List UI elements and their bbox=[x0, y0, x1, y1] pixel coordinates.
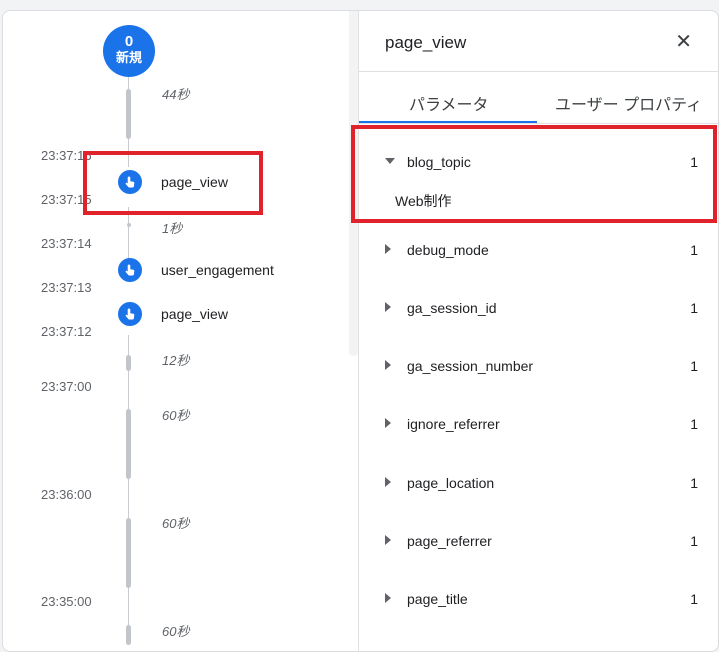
param-name: ga_session_id bbox=[407, 300, 497, 316]
timestamp: 23:37:13 bbox=[41, 280, 92, 295]
gap-duration: 1秒 bbox=[162, 221, 183, 236]
gap-duration: 60秒 bbox=[162, 516, 190, 531]
highlight-box bbox=[83, 151, 263, 215]
timestamp: 23:37:14 bbox=[41, 236, 92, 251]
caret-right-icon[interactable] bbox=[385, 244, 391, 254]
timeline-line bbox=[128, 335, 129, 645]
caret-right-icon[interactable] bbox=[385, 477, 391, 487]
touch-icon[interactable] bbox=[118, 258, 142, 282]
param-name: ignore_referrer bbox=[407, 416, 500, 432]
param-row-page-location[interactable]: page_location 1 bbox=[359, 465, 718, 505]
param-row-page-referrer[interactable]: page_referrer 1 bbox=[359, 523, 718, 563]
highlight-box bbox=[351, 125, 717, 223]
tabs-divider bbox=[359, 123, 718, 124]
param-count: 1 bbox=[690, 358, 698, 374]
caret-right-icon[interactable] bbox=[385, 302, 391, 312]
timeline-gap-bar bbox=[126, 89, 131, 139]
timeline-gap-bar bbox=[126, 409, 131, 479]
event-detail-panel: page_view ✕ パラメータ ユーザー プロパティ blog_topic 1… bbox=[351, 11, 718, 651]
gap-duration: 12秒 bbox=[162, 353, 190, 368]
new-events-count: 0 bbox=[124, 33, 134, 50]
gap-duration: 60秒 bbox=[162, 624, 190, 639]
tab-parameters[interactable]: パラメータ bbox=[409, 91, 489, 115]
param-count: 1 bbox=[690, 533, 698, 549]
timeline-gap-bar bbox=[126, 625, 131, 645]
caret-right-icon[interactable] bbox=[385, 418, 391, 428]
gap-duration: 60秒 bbox=[162, 408, 190, 423]
timeline-event-user-engagement[interactable]: user_engagement bbox=[161, 262, 274, 278]
caret-right-icon[interactable] bbox=[385, 593, 391, 603]
touch-icon[interactable] bbox=[118, 302, 142, 326]
param-row-page-title[interactable]: page_title 1 bbox=[359, 581, 718, 621]
timestamp: 23:37:12 bbox=[41, 324, 92, 339]
caret-right-icon[interactable] bbox=[385, 535, 391, 545]
param-count: 1 bbox=[690, 242, 698, 258]
param-count: 1 bbox=[690, 416, 698, 432]
timeline-gap-bar bbox=[126, 355, 131, 371]
new-events-label: 新規 bbox=[115, 50, 142, 65]
param-count: 1 bbox=[690, 300, 698, 316]
param-name: debug_mode bbox=[407, 242, 489, 258]
gap-duration: 44秒 bbox=[162, 87, 190, 102]
timeline-gap-bar bbox=[126, 518, 131, 588]
debugview-card: 0 新規 23:37:16 23:37:15 23:37:14 23:37:13… bbox=[2, 10, 719, 652]
param-name: ga_session_number bbox=[407, 358, 534, 374]
param-row-debug-mode[interactable]: debug_mode 1 bbox=[359, 232, 718, 272]
caret-right-icon[interactable] bbox=[385, 360, 391, 370]
close-icon[interactable]: ✕ bbox=[675, 29, 692, 54]
header-divider bbox=[359, 71, 718, 72]
timestamp: 23:35:00 bbox=[41, 594, 92, 609]
param-name: page_title bbox=[407, 591, 468, 607]
panel-title: page_view bbox=[385, 33, 467, 52]
timeline-event-page-view[interactable]: page_view bbox=[161, 306, 228, 322]
event-timeline: 0 新規 23:37:16 23:37:15 23:37:14 23:37:13… bbox=[3, 11, 358, 651]
tab-user-properties[interactable]: ユーザー プロパティ bbox=[555, 91, 702, 115]
timeline-gap-dot bbox=[127, 223, 131, 227]
param-count: 1 bbox=[690, 475, 698, 491]
param-name: page_referrer bbox=[407, 533, 492, 549]
param-count: 1 bbox=[690, 591, 698, 607]
param-row-ga-session-number[interactable]: ga_session_number 1 bbox=[359, 348, 718, 388]
new-events-badge[interactable]: 0 新規 bbox=[103, 25, 155, 77]
timestamp: 23:37:00 bbox=[41, 379, 92, 394]
param-row-ga-session-id[interactable]: ga_session_id 1 bbox=[359, 290, 718, 330]
timestamp: 23:36:00 bbox=[41, 487, 92, 502]
param-row-ignore-referrer[interactable]: ignore_referrer 1 bbox=[359, 406, 718, 446]
param-name: page_location bbox=[407, 475, 495, 491]
